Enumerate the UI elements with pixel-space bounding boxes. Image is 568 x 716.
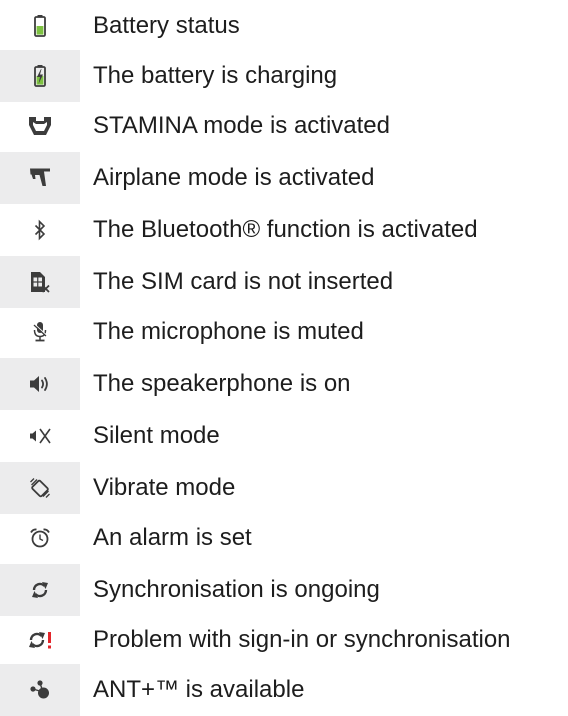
list-item-label: Vibrate mode bbox=[93, 474, 236, 501]
list-item: The Bluetooth® function is activated bbox=[0, 204, 568, 256]
list-item: Vibrate mode bbox=[0, 462, 568, 514]
list-item: The speakerphone is on bbox=[0, 358, 568, 410]
list-item-label: The battery is charging bbox=[93, 62, 338, 89]
list-item-label: Airplane mode is activated bbox=[93, 164, 375, 191]
icon-cell bbox=[0, 410, 80, 462]
icon-cell bbox=[0, 614, 80, 666]
list-item: Problem with sign-in or synchronisation bbox=[0, 614, 568, 666]
airplane-mode-icon bbox=[28, 166, 52, 190]
icon-cell bbox=[0, 152, 80, 204]
list-item: The battery is charging bbox=[0, 50, 568, 102]
list-item: Synchronisation is ongoing bbox=[0, 564, 568, 616]
ant-plus-icon bbox=[28, 678, 52, 702]
bluetooth-icon bbox=[28, 218, 52, 242]
stamina-mode-icon bbox=[28, 114, 52, 138]
silent-mode-icon bbox=[28, 424, 52, 448]
vibrate-mode-icon bbox=[28, 476, 52, 500]
alarm-icon bbox=[28, 526, 52, 550]
no-sim-card-icon bbox=[28, 270, 52, 294]
list-item-label: An alarm is set bbox=[93, 524, 252, 551]
status-icon-list: Battery status The battery is charging S… bbox=[0, 0, 568, 716]
list-item-label: Battery status bbox=[93, 12, 240, 39]
list-item-label: Silent mode bbox=[93, 422, 220, 449]
list-item-label: Problem with sign-in or synchronisation bbox=[93, 626, 511, 653]
icon-cell bbox=[0, 664, 80, 716]
list-item: An alarm is set bbox=[0, 512, 568, 564]
icon-cell bbox=[0, 0, 80, 52]
sync-problem-icon bbox=[28, 628, 52, 652]
list-item: The microphone is muted bbox=[0, 306, 568, 358]
microphone-muted-icon bbox=[28, 320, 52, 344]
icon-cell bbox=[0, 512, 80, 564]
list-item: The SIM card is not inserted bbox=[0, 256, 568, 308]
icon-cell bbox=[0, 100, 80, 152]
battery-status-icon bbox=[28, 14, 52, 38]
icon-cell bbox=[0, 462, 80, 514]
icon-cell bbox=[0, 306, 80, 358]
icon-cell bbox=[0, 358, 80, 410]
icon-cell bbox=[0, 256, 80, 308]
speakerphone-icon bbox=[28, 372, 52, 396]
icon-cell bbox=[0, 204, 80, 256]
battery-charging-icon bbox=[28, 64, 52, 88]
list-item-label: Synchronisation is ongoing bbox=[93, 576, 380, 603]
list-item-label: The Bluetooth® function is activated bbox=[93, 216, 478, 243]
icon-cell bbox=[0, 564, 80, 616]
sync-icon bbox=[28, 578, 52, 602]
list-item-label: The microphone is muted bbox=[93, 318, 364, 345]
list-item-label: STAMINA mode is activated bbox=[93, 112, 390, 139]
list-item: ANT+™ is available bbox=[0, 664, 568, 716]
list-item: Airplane mode is activated bbox=[0, 152, 568, 204]
list-item-label: The speakerphone is on bbox=[93, 370, 351, 397]
list-item-label: The SIM card is not inserted bbox=[93, 268, 394, 295]
list-item-label: ANT+™ is available bbox=[93, 676, 305, 703]
list-item: Battery status bbox=[0, 0, 568, 52]
list-item: STAMINA mode is activated bbox=[0, 100, 568, 152]
list-item: Silent mode bbox=[0, 410, 568, 462]
icon-cell bbox=[0, 50, 80, 102]
